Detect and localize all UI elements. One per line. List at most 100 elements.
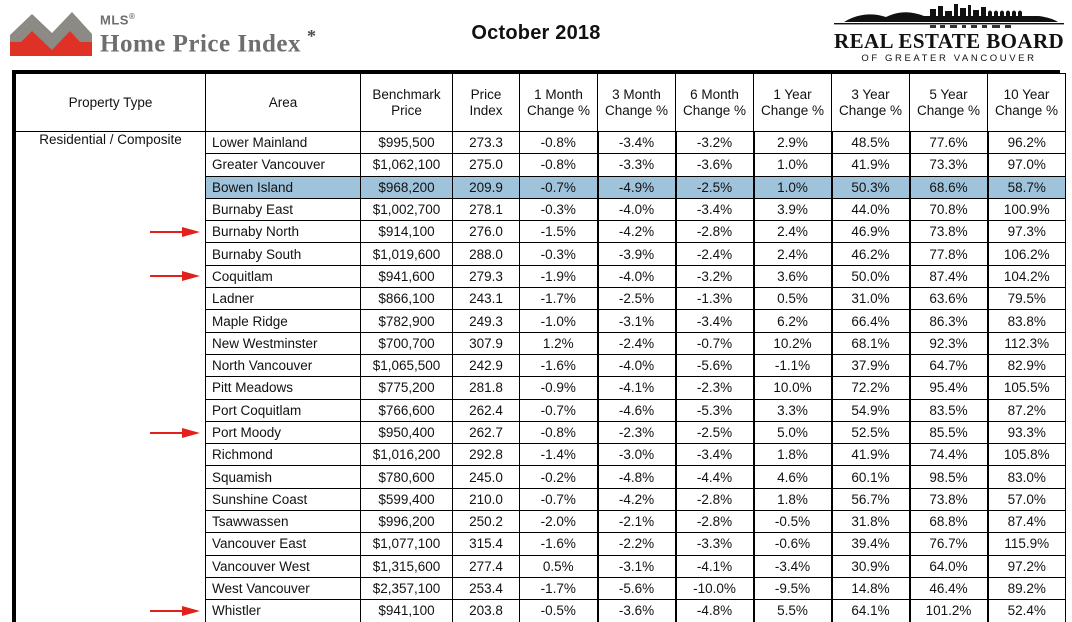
change-1-month-cell: -0.5% xyxy=(519,599,598,622)
area-cell[interactable]: Burnaby North xyxy=(150,220,361,244)
area-label: Burnaby East xyxy=(212,202,294,218)
change-1-year-cell: 2.9% xyxy=(752,130,832,155)
col-header-property-type: Property Type xyxy=(15,73,206,132)
benchmark-price-cell: $996,200 xyxy=(360,510,453,534)
area-label: Sunshine Coast xyxy=(212,491,308,507)
change-1-month-cell: -1.5% xyxy=(519,220,598,244)
change-10-year-cell: 105.5% xyxy=(986,376,1066,400)
change-6-month-cell: -3.4% xyxy=(674,309,754,333)
change-3-month-cell: -4.1% xyxy=(596,376,676,400)
change-3-month-cell: -2.2% xyxy=(596,532,676,556)
area-cell[interactable]: Maple Ridge xyxy=(205,309,361,333)
reb-title: REAL ESTATE BOARD xyxy=(834,29,1065,53)
area-cell[interactable]: North Vancouver xyxy=(205,353,361,378)
benchmark-price-cell: $941,100 xyxy=(360,599,453,622)
change-3-year-cell: 41.9% xyxy=(830,153,910,177)
change-10-year-cell: 87.4% xyxy=(986,510,1066,534)
area-cell[interactable]: Tsawwassen xyxy=(205,510,361,534)
report-header: MLS® Home Price Index * October 2018 REA… xyxy=(0,0,1072,68)
area-cell[interactable]: Vancouver West xyxy=(205,554,361,578)
area-cell[interactable]: Port Moody xyxy=(150,420,361,445)
area-cell[interactable]: West Vancouver xyxy=(205,576,361,601)
area-cell[interactable]: Ladner xyxy=(205,287,361,311)
change-6-month-cell: -1.3% xyxy=(674,287,754,311)
area-cell[interactable]: Whistler xyxy=(150,599,361,622)
change-6-month-cell: -3.6% xyxy=(674,153,754,177)
change-3-month-cell: -4.9% xyxy=(596,175,676,199)
price-index-cell: 281.8 xyxy=(452,376,520,400)
price-index-cell: 210.0 xyxy=(452,487,520,512)
change-1-year-cell: -3.4% xyxy=(752,554,832,578)
change-10-year-cell: 83.0% xyxy=(986,465,1066,489)
price-index-cell: 277.4 xyxy=(452,554,520,578)
change-1-month-cell: 1.2% xyxy=(519,331,598,355)
change-5-year-cell: 73.8% xyxy=(908,220,988,244)
change-1-year-cell: -9.5% xyxy=(752,576,832,601)
area-label: North Vancouver xyxy=(212,358,313,374)
area-cell[interactable]: Coquitlam xyxy=(150,264,361,289)
change-6-month-cell: -3.3% xyxy=(674,532,754,556)
change-5-year-cell: 70.8% xyxy=(908,197,988,222)
area-cell[interactable]: Greater Vancouver xyxy=(205,153,361,177)
change-3-month-cell: -4.8% xyxy=(596,465,676,489)
benchmark-price-cell: $1,315,600 xyxy=(360,554,453,578)
change-6-month-cell: -4.8% xyxy=(674,599,754,622)
change-3-year-cell: 44.0% xyxy=(830,197,910,222)
change-1-month-cell: -0.7% xyxy=(519,487,598,512)
hpi-table-container: Property Type Area Benchmark Price Price I… xyxy=(12,70,1066,622)
change-1-year-cell: 3.9% xyxy=(752,197,832,222)
change-10-year-cell: 93.3% xyxy=(986,420,1066,445)
price-index-cell: 253.4 xyxy=(452,576,520,601)
benchmark-price-cell: $700,700 xyxy=(360,331,453,355)
area-cell[interactable]: Vancouver East xyxy=(205,532,361,556)
table-row[interactable]: Residential / Composite Lower Mainland $99… xyxy=(15,130,1066,622)
area-cell[interactable]: Squamish xyxy=(205,465,361,489)
area-cell[interactable]: Pitt Meadows xyxy=(205,376,361,400)
change-1-year-cell: 5.0% xyxy=(752,420,832,445)
area-cell[interactable]: Burnaby South xyxy=(205,242,361,266)
area-label: Vancouver East xyxy=(212,536,307,552)
area-cell[interactable]: Burnaby East xyxy=(205,197,361,222)
benchmark-price-cell: $782,900 xyxy=(360,309,453,333)
area-cell[interactable]: Port Coquitlam xyxy=(205,398,361,422)
area-label: Ladner xyxy=(212,291,255,307)
change-1-year-cell: -1.1% xyxy=(752,353,832,378)
area-cell[interactable]: Lower Mainland xyxy=(205,130,361,155)
price-index-cell: 243.1 xyxy=(452,287,520,311)
benchmark-price-cell: $950,400 xyxy=(360,420,453,445)
change-10-year-cell: 58.7% xyxy=(986,175,1066,199)
price-index-cell: 249.3 xyxy=(452,309,520,333)
hpi-table: Property Type Area Benchmark Price Price I… xyxy=(15,73,1066,622)
change-3-year-cell: 30.9% xyxy=(830,554,910,578)
area-label: Squamish xyxy=(212,469,273,485)
area-cell[interactable]: Richmond xyxy=(205,443,361,467)
hpi-report-page: MLS® Home Price Index * October 2018 REA… xyxy=(0,0,1072,622)
area-label: Port Coquitlam xyxy=(212,402,302,418)
change-10-year-cell: 106.2% xyxy=(986,242,1066,266)
price-index-cell: 288.0 xyxy=(452,242,520,266)
change-10-year-cell: 87.2% xyxy=(986,398,1066,422)
price-index-cell: 262.7 xyxy=(452,420,520,445)
change-1-month-cell: 0.5% xyxy=(519,554,598,578)
area-cell[interactable]: Sunshine Coast xyxy=(205,487,361,512)
area-label: Vancouver West xyxy=(212,558,310,574)
price-index-cell: 279.3 xyxy=(452,264,520,289)
change-6-month-cell: -2.8% xyxy=(674,220,754,244)
change-10-year-cell: 52.4% xyxy=(986,599,1066,622)
change-3-month-cell: -2.1% xyxy=(596,510,676,534)
col-header-area: Area xyxy=(205,73,361,132)
change-1-month-cell: -0.9% xyxy=(519,376,598,400)
change-1-year-cell: 10.2% xyxy=(752,331,832,355)
change-3-year-cell: 14.8% xyxy=(830,576,910,601)
benchmark-price-cell: $1,016,200 xyxy=(360,443,453,467)
change-6-month-cell: -3.2% xyxy=(674,264,754,289)
change-3-year-cell: 50.0% xyxy=(830,264,910,289)
change-5-year-cell: 73.8% xyxy=(908,487,988,512)
price-index-cell: 203.8 xyxy=(452,599,520,622)
area-cell[interactable]: New Westminster xyxy=(205,331,361,355)
change-1-month-cell: -0.8% xyxy=(519,153,598,177)
change-3-month-cell: -3.1% xyxy=(596,309,676,333)
area-cell[interactable]: Bowen Island xyxy=(205,175,361,199)
change-1-month-cell: -0.3% xyxy=(519,197,598,222)
change-1-month-cell: -2.0% xyxy=(519,510,598,534)
